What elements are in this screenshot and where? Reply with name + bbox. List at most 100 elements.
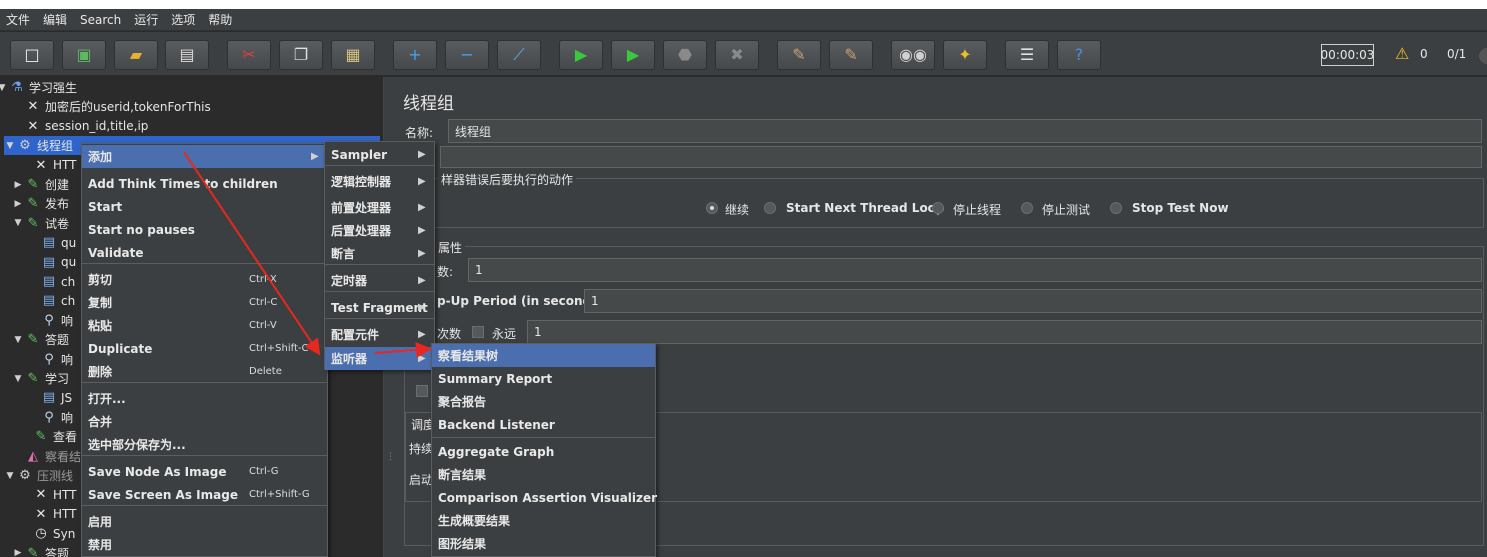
add-submenu-item[interactable]: 监听器 ▶ <box>325 347 434 370</box>
listener-submenu-item[interactable]: 聚合报告 <box>432 390 655 413</box>
tree-node[interactable]: ✕ HTT <box>32 156 77 175</box>
tree-node[interactable]: ◷ Syn <box>32 524 75 543</box>
tree-node[interactable]: ✎ 查看 <box>32 427 77 446</box>
tree-node[interactable]: ⚲ 响 <box>40 350 73 369</box>
context-menu-item[interactable]: 启用 <box>82 510 327 533</box>
new-button[interactable]: □ <box>10 40 54 70</box>
scheduler-checkbox[interactable] <box>416 385 428 397</box>
tree-node[interactable]: ▼ ⚗ 学习强生 <box>0 78 77 97</box>
comments-input[interactable] <box>440 146 1482 168</box>
tree-node[interactable]: ⚲ 响 <box>40 311 73 330</box>
expand-arrow-icon[interactable]: ▼ <box>4 471 16 481</box>
tree-node[interactable]: ✕ HTT <box>32 485 77 504</box>
add-submenu-item[interactable]: 定时器 ▶ <box>325 269 434 292</box>
listener-submenu-item[interactable]: Summary Report <box>432 367 655 390</box>
menu-run[interactable]: 运行 <box>134 11 158 28</box>
menu-options[interactable]: 选项 <box>171 11 195 28</box>
tree-node[interactable]: ✕ session_id,title,ip <box>24 117 149 136</box>
search-button[interactable]: ◉◉ <box>891 40 935 70</box>
stop-thread-radio[interactable] <box>932 202 944 214</box>
listener-submenu-item[interactable]: Comparison Assertion Visualizer <box>432 486 657 509</box>
templates-button[interactable]: ▣ <box>62 40 106 70</box>
forever-checkbox[interactable] <box>472 326 484 338</box>
warning-icon[interactable]: ⚠ <box>1395 44 1409 63</box>
expand-arrow-icon[interactable]: ▼ <box>0 83 8 93</box>
start-button[interactable]: ▶ <box>559 40 603 70</box>
add-submenu-item[interactable]: 后置处理器 ▶ <box>325 219 434 242</box>
collapse-arrow-icon[interactable]: ▶ <box>12 548 24 557</box>
continue-radio[interactable] <box>706 202 718 214</box>
expand-arrow-icon[interactable]: ▼ <box>12 218 24 228</box>
context-menu-item[interactable]: 选中部分保存为... <box>82 433 327 456</box>
context-menu-item[interactable]: Save Screen As Image Ctrl+Shift-G <box>82 483 327 506</box>
add-submenu-item[interactable]: 逻辑控制器 ▶ <box>325 170 434 193</box>
tree-node[interactable]: ▶ ✎ 答题 <box>12 544 69 557</box>
paste-button[interactable]: ▦ <box>331 40 375 70</box>
tree-node[interactable]: ▤ ch <box>40 291 75 310</box>
clear-all-button[interactable]: ✎ <box>829 40 873 70</box>
copy-button[interactable]: ❐ <box>279 40 323 70</box>
context-menu-item[interactable]: Duplicate Ctrl+Shift-C <box>82 337 327 360</box>
expand-button[interactable]: + <box>393 40 437 70</box>
context-menu-item[interactable]: 添加 ▶ <box>82 145 327 168</box>
start-no-pauses-button[interactable]: ▶ <box>611 40 655 70</box>
loop-count-input[interactable]: 1 <box>527 320 1482 344</box>
listener-submenu-item[interactable]: Backend Listener <box>432 413 655 436</box>
listener-submenu-item[interactable]: 图形结果 <box>432 532 655 555</box>
tree-node[interactable]: ▼ ⚙ 压测线 <box>4 466 73 485</box>
context-menu-item[interactable]: Validate <box>82 241 327 264</box>
listener-submenu-item[interactable]: Aggregate Graph <box>432 440 655 463</box>
add-submenu-item[interactable]: 前置处理器 ▶ <box>325 196 434 219</box>
stop-test-radio[interactable] <box>1021 202 1033 214</box>
clear-button[interactable]: ✎ <box>777 40 821 70</box>
reset-search-button[interactable]: ✦ <box>943 40 987 70</box>
menu-edit[interactable]: 编辑 <box>43 11 67 28</box>
cut-button[interactable]: ✂ <box>227 40 271 70</box>
help-button[interactable]: ? <box>1057 40 1101 70</box>
tree-node[interactable]: ✕ 加密后的userid,tokenForThis <box>24 97 211 116</box>
listener-submenu-item[interactable]: 生成概要结果 <box>432 509 655 532</box>
context-menu-item[interactable]: Save Node As Image Ctrl-G <box>82 460 327 483</box>
shutdown-button[interactable]: ✖ <box>715 40 759 70</box>
collapse-arrow-icon[interactable]: ▶ <box>12 199 24 209</box>
tree-node[interactable]: ◭ 察看结 <box>24 447 81 466</box>
menu-help[interactable]: 帮助 <box>208 11 232 28</box>
rampup-input[interactable]: 1 <box>584 289 1482 313</box>
open-button[interactable]: ▰ <box>114 40 158 70</box>
tree-node[interactable]: ▶ ✎ 创建 <box>12 175 69 194</box>
function-helper-button[interactable]: ☰ <box>1005 40 1049 70</box>
menu-search[interactable]: Search <box>80 13 121 27</box>
context-menu-item[interactable]: 粘贴 Ctrl-V <box>82 314 327 337</box>
context-menu-item[interactable]: 打开... <box>82 387 327 410</box>
save-button[interactable]: ▤ <box>165 40 209 70</box>
tree-node[interactable]: ▼ ✎ 试卷 <box>12 214 69 233</box>
tree-node[interactable]: ⚲ 响 <box>40 408 73 427</box>
context-menu-item[interactable]: 删除 Delete <box>82 360 327 383</box>
add-submenu-item[interactable]: Test Fragment ▶ <box>325 296 434 319</box>
add-submenu-item[interactable]: 配置元件 ▶ <box>325 323 434 346</box>
expand-arrow-icon[interactable]: ▼ <box>4 141 16 151</box>
collapse-button[interactable]: − <box>445 40 489 70</box>
stop-button[interactable]: ⬣ <box>663 40 707 70</box>
add-submenu-item[interactable]: 断言 ▶ <box>325 242 434 265</box>
stop-test-now-radio[interactable] <box>1110 202 1122 214</box>
listener-submenu-item[interactable]: 断言结果 <box>432 463 655 486</box>
listener-submenu-item[interactable]: 察看结果树 <box>432 344 655 367</box>
tree-node[interactable]: ▼ ✎ 答题 <box>12 330 69 349</box>
expand-arrow-icon[interactable]: ▼ <box>12 374 24 384</box>
context-menu-item[interactable]: 剪切 Ctrl-X <box>82 268 327 291</box>
tree-node[interactable]: ▤ qu <box>40 233 76 252</box>
tree-node[interactable]: ▤ JS <box>40 388 72 407</box>
tree-node[interactable]: ✕ HTT <box>32 505 77 524</box>
threads-input[interactable]: 1 <box>468 258 1482 282</box>
name-input[interactable]: 线程组 <box>448 119 1482 143</box>
menu-file[interactable]: 文件 <box>6 11 30 28</box>
toggle-button[interactable]: ⟋ <box>497 40 541 70</box>
context-menu-item[interactable]: 禁用 <box>82 533 327 556</box>
context-menu-item[interactable]: Start <box>82 195 327 218</box>
collapse-arrow-icon[interactable]: ▶ <box>12 180 24 190</box>
add-submenu-item[interactable]: Sampler ▶ <box>325 143 434 166</box>
tree-node[interactable]: ▶ ✎ 发布 <box>12 194 69 213</box>
context-menu-item[interactable]: Start no pauses <box>82 218 327 241</box>
expand-arrow-icon[interactable]: ▼ <box>12 335 24 345</box>
